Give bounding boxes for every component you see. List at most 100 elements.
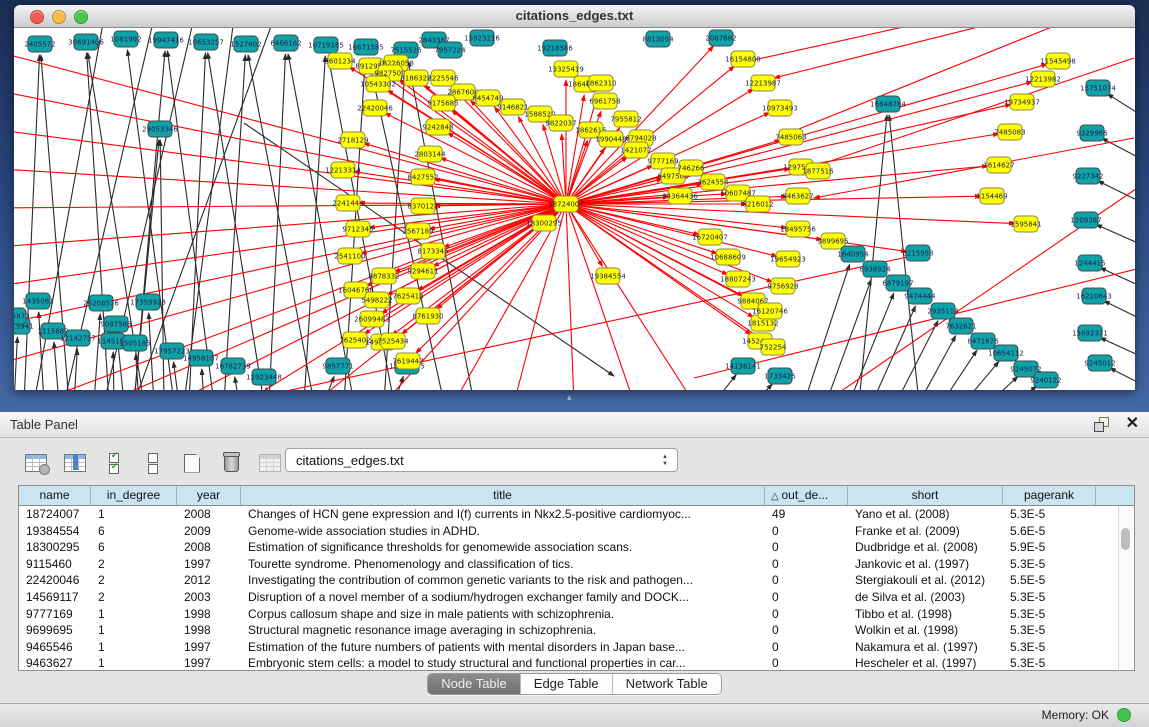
cell-out_de[interactable]: 0 (765, 539, 848, 556)
cell-year[interactable]: 2003 (177, 589, 241, 606)
cell-short[interactable]: Nakamura et al. (1997) (848, 639, 1003, 656)
graph-node[interactable]: 19947416 (148, 32, 184, 48)
cell-title[interactable]: Embryonic stem cells: a model to study s… (241, 655, 765, 671)
graph-node[interactable]: 19734937 (1004, 94, 1040, 110)
graph-node[interactable]: 8370122 (407, 198, 438, 214)
graph-node[interactable]: 9097588 (100, 316, 131, 332)
cell-in_degree[interactable]: 1 (91, 622, 177, 639)
vertical-scrollbar[interactable] (1118, 506, 1133, 669)
cell-pagerank[interactable]: 5.3E-5 (1003, 622, 1096, 639)
graph-node[interactable]: 29053346 (142, 121, 178, 137)
splitter-collapse-arrow[interactable]: ▴ (567, 393, 572, 402)
cell-year[interactable]: 1997 (177, 639, 241, 656)
new-column-icon[interactable] (178, 449, 206, 477)
tab-network-table[interactable]: Network Table (613, 674, 721, 694)
graph-node[interactable]: 1421077 (620, 142, 651, 158)
graph-node[interactable]: 9329966 (1076, 125, 1108, 141)
column-header-year[interactable]: year (177, 486, 241, 505)
graph-node[interactable]: 6216012 (742, 196, 773, 212)
graph-node[interactable]: 15751074 (1080, 80, 1116, 96)
graph-node[interactable]: 10653257 (188, 34, 224, 50)
node-table[interactable]: namein_degreeyeartitle△ out_de...shortpa… (18, 485, 1135, 671)
graph-node[interactable]: 3567189 (402, 223, 433, 239)
cell-short[interactable]: Yano et al. (2008) (848, 506, 1003, 523)
network-window-titlebar[interactable]: citations_edges.txt (14, 5, 1135, 28)
cell-year[interactable]: 1998 (177, 606, 241, 623)
cell-in_degree[interactable]: 2 (91, 556, 177, 573)
cell-in_degree[interactable]: 1 (91, 639, 177, 656)
cell-year[interactable]: 2012 (177, 572, 241, 589)
graph-node[interactable]: 2803144 (414, 146, 446, 162)
cell-pagerank[interactable]: 5.3E-5 (1003, 639, 1096, 656)
cell-pagerank[interactable]: 5.3E-5 (1003, 655, 1096, 671)
cell-title[interactable]: Structural magnetic resonance image aver… (241, 622, 765, 639)
graph-node[interactable]: 2935114 (927, 303, 959, 319)
cell-title[interactable]: Genome-wide association studies in ADHD. (241, 523, 765, 540)
graph-node[interactable]: 1244415 (1074, 255, 1105, 271)
cell-year[interactable]: 1997 (177, 556, 241, 573)
table-row[interactable]: 969969511998Structural magnetic resonanc… (19, 622, 1134, 639)
network-canvas[interactable]: 2405572306914061061992199474161065325715… (14, 28, 1135, 390)
graph-node[interactable]: 9294611 (407, 263, 438, 279)
column-header-short[interactable]: short (848, 486, 1003, 505)
close-panel-icon[interactable]: ✕ (1126, 414, 1139, 434)
graph-node[interactable]: 8813054 (642, 31, 674, 47)
graph-node[interactable]: 8427552 (407, 169, 438, 185)
graph-node[interactable]: 9474444 (904, 288, 936, 304)
cell-name[interactable]: 19384554 (19, 523, 91, 540)
table-row[interactable]: 1872400712008Changes of HCN gene express… (19, 506, 1134, 523)
network-view-window[interactable]: citations_edges.txt 24055723069140610619… (14, 5, 1135, 390)
float-panel-icon[interactable] (1093, 416, 1111, 432)
graph-node[interactable]: 7485063 (775, 129, 806, 145)
cell-year[interactable]: 2009 (177, 523, 241, 540)
graph-node[interactable]: 8761930 (412, 308, 443, 324)
column-header-name[interactable]: name (19, 486, 91, 505)
cell-name[interactable]: 9699695 (19, 622, 91, 639)
cell-in_degree[interactable]: 1 (91, 606, 177, 623)
graph-node[interactable]: 16154808 (725, 51, 761, 67)
close-traffic-light-button[interactable] (30, 10, 44, 24)
cell-out_de[interactable]: 49 (765, 506, 848, 523)
graph-node[interactable]: 7955812 (610, 111, 641, 127)
cell-pagerank[interactable]: 5.3E-5 (1003, 556, 1096, 573)
cell-out_de[interactable]: 0 (765, 523, 848, 540)
graph-node[interactable]: 1614627 (983, 157, 1014, 173)
column-header-in_degree[interactable]: in_degree (91, 486, 177, 505)
graph-node[interactable]: 9756928 (767, 278, 798, 294)
graph-node[interactable]: 8215958 (902, 245, 933, 261)
cell-pagerank[interactable]: 5.3E-5 (1003, 589, 1096, 606)
graph-node[interactable]: 6466162 (270, 35, 301, 51)
cell-out_de[interactable]: 0 (765, 622, 848, 639)
graph-node[interactable]: 746266 (678, 160, 705, 176)
cell-pagerank[interactable]: 5.5E-5 (1003, 572, 1096, 589)
zoom-traffic-light-button[interactable] (74, 10, 88, 24)
graph-node[interactable]: 10688609 (710, 249, 746, 265)
cell-out_de[interactable]: 0 (765, 556, 848, 573)
cell-out_de[interactable]: 0 (765, 655, 848, 671)
graph-node[interactable]: 11545498 (1040, 53, 1076, 69)
cell-short[interactable]: Jankovic et al. (1997) (848, 556, 1003, 573)
cell-name[interactable]: 9463627 (19, 655, 91, 671)
graph-node[interactable]: 3624554 (697, 174, 729, 190)
graph-node[interactable]: 19654923 (770, 251, 806, 267)
graph-node[interactable]: 5498222 (361, 292, 392, 308)
cell-name[interactable]: 18724007 (19, 506, 91, 523)
network-graph[interactable]: 2405572306914061061992199474161065325715… (14, 28, 1135, 390)
table-row[interactable]: 2242004622012Investigating the contribut… (19, 572, 1134, 589)
delete-columns-icon[interactable] (217, 449, 245, 477)
graph-node[interactable]: 9242848 (422, 119, 453, 135)
cell-title[interactable]: Corpus callosum shape and size in male p… (241, 606, 765, 623)
cell-year[interactable]: 2008 (177, 506, 241, 523)
graph-node[interactable]: 19218586 (537, 40, 573, 56)
cell-short[interactable]: Dudbridge et al. (2008) (848, 539, 1003, 556)
cell-name[interactable]: 18300295 (19, 539, 91, 556)
column-header-out_de[interactable]: △ out_de... (765, 486, 848, 505)
graph-node[interactable]: 9175685 (427, 95, 458, 111)
table-row[interactable]: 977716911998Corpus callosum shape and si… (19, 606, 1134, 623)
cell-in_degree[interactable]: 1 (91, 506, 177, 523)
graph-node[interactable]: 7632621 (945, 318, 976, 334)
graph-node[interactable]: 9240122 (1030, 372, 1061, 388)
cell-out_de[interactable]: 0 (765, 606, 848, 623)
cell-year[interactable]: 1997 (177, 655, 241, 671)
cell-short[interactable]: Stergiakouli et al. (2012) (848, 572, 1003, 589)
